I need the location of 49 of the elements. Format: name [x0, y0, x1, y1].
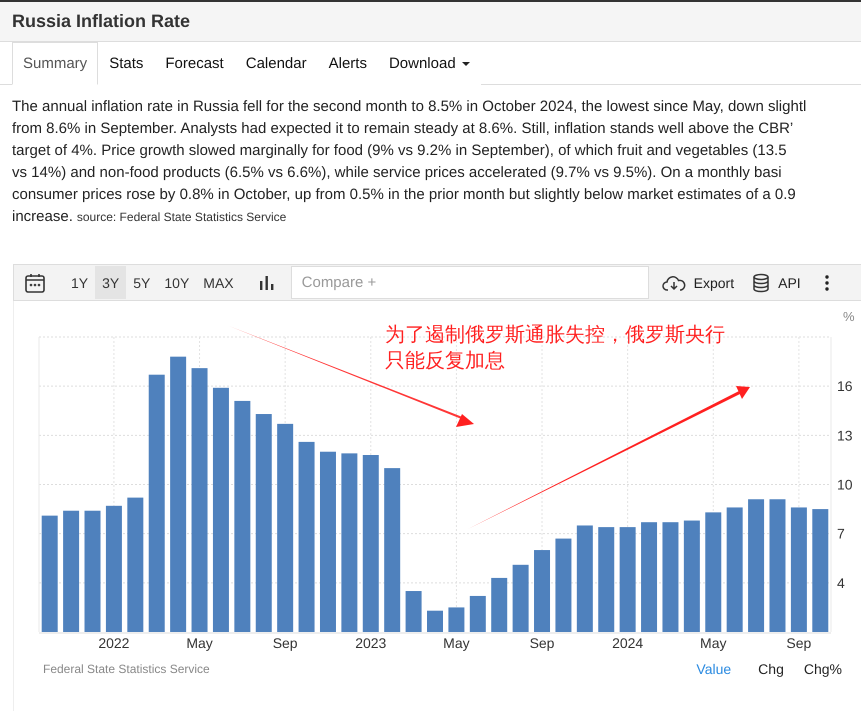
more-icon[interactable]	[824, 274, 829, 290]
axis-label: 2024	[612, 635, 644, 651]
bar	[512, 564, 529, 632]
bar	[427, 610, 443, 632]
summary-text: increase.	[12, 207, 73, 227]
caret-icon	[462, 62, 470, 66]
range-button[interactable]: 10Y	[157, 266, 196, 299]
calendar-icon[interactable]	[24, 272, 46, 294]
bar	[470, 596, 486, 632]
axis-label: 16	[837, 378, 853, 394]
range-button[interactable]: 3Y	[95, 266, 126, 299]
view-tab[interactable]: Value	[696, 661, 732, 677]
page-title: Russia Inflation Rate	[12, 11, 190, 32]
annotation-text: 为了遏制俄罗斯通胀失控，俄罗斯央行只能反复加息	[385, 321, 726, 373]
summary-text: target of 4%. Price growth slowed marginally for food (9% vs 9.2% in September), of which fruit and vegetables (13.5	[12, 141, 788, 161]
axis-label: Sep	[530, 635, 554, 651]
api-button[interactable]: API	[752, 272, 801, 292]
summary-text: vs 14%) and non-food products (6.5% vs 6.6%), while service prices accelerated (9.7% vs 9.5%). On a monthly basi	[12, 163, 783, 183]
range-button[interactable]: 1Y	[64, 266, 96, 299]
axis-label: May	[443, 635, 470, 651]
bar	[448, 607, 464, 632]
compare-field[interactable]: Compare +	[290, 266, 649, 299]
summary-text: consumer prices rose by 0.8% in October, up from 0.5% in the prior month but slightly below market estimates of a 0.9	[12, 185, 797, 205]
axis-label: 2022	[98, 635, 130, 651]
axis-label: 4	[837, 574, 845, 591]
axis-label: Sep	[786, 635, 812, 651]
axis-label: 7	[837, 526, 845, 542]
source-note: source: Federal State Statistics Service	[76, 209, 286, 226]
database-icon	[752, 272, 770, 292]
summary-text: from 8.6% in September. Analysts had expected it to remain steady at 8.6%. Still, inflation stands well above the CBR’	[12, 119, 794, 139]
axis-label: May	[700, 635, 726, 651]
bar	[406, 591, 422, 632]
tab[interactable]: Summary	[12, 42, 98, 85]
axis-label: 10	[837, 476, 853, 492]
export-button[interactable]: Export	[662, 274, 734, 292]
chart-source: Federal State Statistics Service	[43, 662, 211, 676]
axis-label: 2023	[355, 635, 386, 651]
axis-unit: %	[843, 309, 855, 324]
range-button[interactable]: MAX	[196, 266, 241, 299]
summary-text: The annual inflation rate in Russia fell for the second month to 8.5% in October 2024, the lowest since May, down slightl	[12, 97, 808, 117]
cloud-download-icon	[662, 274, 686, 292]
axis-label: Sep	[272, 635, 298, 651]
bar-chart-icon[interactable]	[258, 274, 275, 290]
axis-label: May	[186, 635, 213, 651]
axis-label: 13	[837, 427, 853, 444]
bar	[491, 578, 508, 632]
range-button[interactable]: 5Y	[126, 266, 158, 299]
view-tab[interactable]: Chg	[758, 661, 784, 677]
view-tab[interactable]: Chg%	[804, 661, 842, 677]
